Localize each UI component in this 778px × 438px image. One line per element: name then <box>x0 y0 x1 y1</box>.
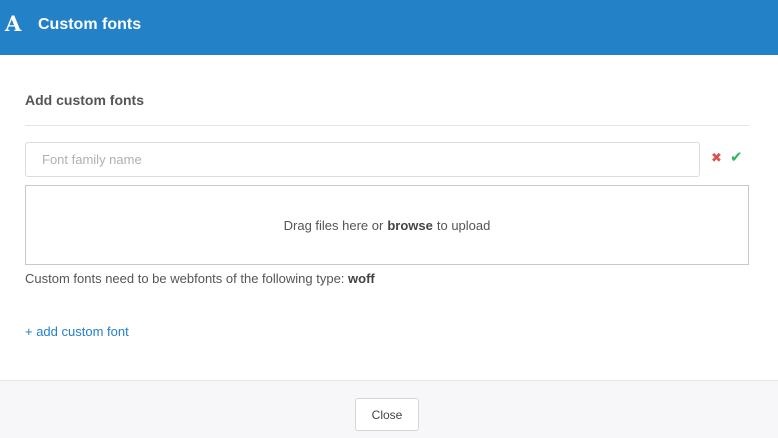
help-text: Custom fonts need to be webfonts of the … <box>25 271 345 286</box>
divider <box>25 125 749 126</box>
font-letter-icon: A <box>5 11 22 36</box>
section-title: Add custom fonts <box>25 92 144 108</box>
dialog-footer: Close <box>0 380 778 438</box>
dropzone-text-after: to upload <box>436 217 491 233</box>
font-type-woff: woff <box>348 271 375 286</box>
dialog-header: A Custom fonts <box>0 0 778 55</box>
dialog-title: Custom fonts <box>38 16 142 33</box>
close-button[interactable]: Close <box>355 398 419 431</box>
add-custom-font-link[interactable]: + add custom font <box>25 323 129 341</box>
confirm-check-icon[interactable]: ✔ <box>730 150 746 166</box>
dropzone-text-before: Drag files here or <box>283 217 384 233</box>
font-type-help: Custom fonts need to be webfonts of the … <box>25 270 375 288</box>
browse-link[interactable]: browse <box>387 218 433 233</box>
cancel-icon[interactable]: ✖ <box>711 151 723 165</box>
file-dropzone[interactable]: Drag files here or browse to upload <box>25 185 749 265</box>
font-family-name-input[interactable] <box>25 142 700 177</box>
